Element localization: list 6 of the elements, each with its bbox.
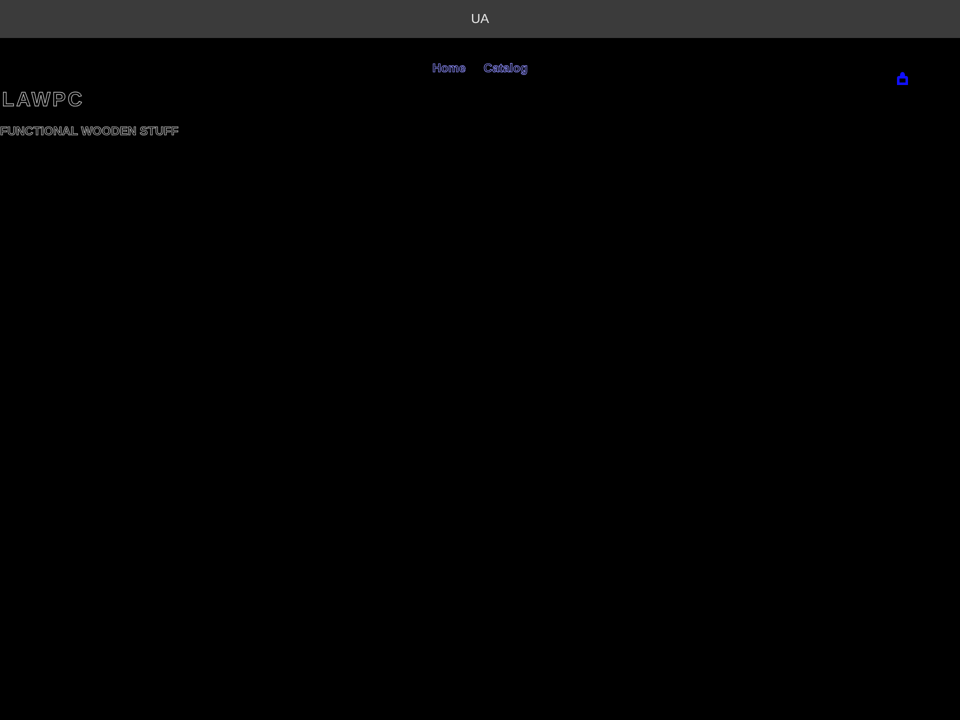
nav-link[interactable]: Catalog [484,59,528,77]
language-label[interactable]: UA [470,9,490,29]
bag-icon[interactable] [895,71,910,86]
logo-text[interactable]: LAWPC [0,88,84,112]
nav-link[interactable]: Home [432,59,466,77]
tagline: FUNCTIONAL WOODEN STUFF [0,124,178,138]
